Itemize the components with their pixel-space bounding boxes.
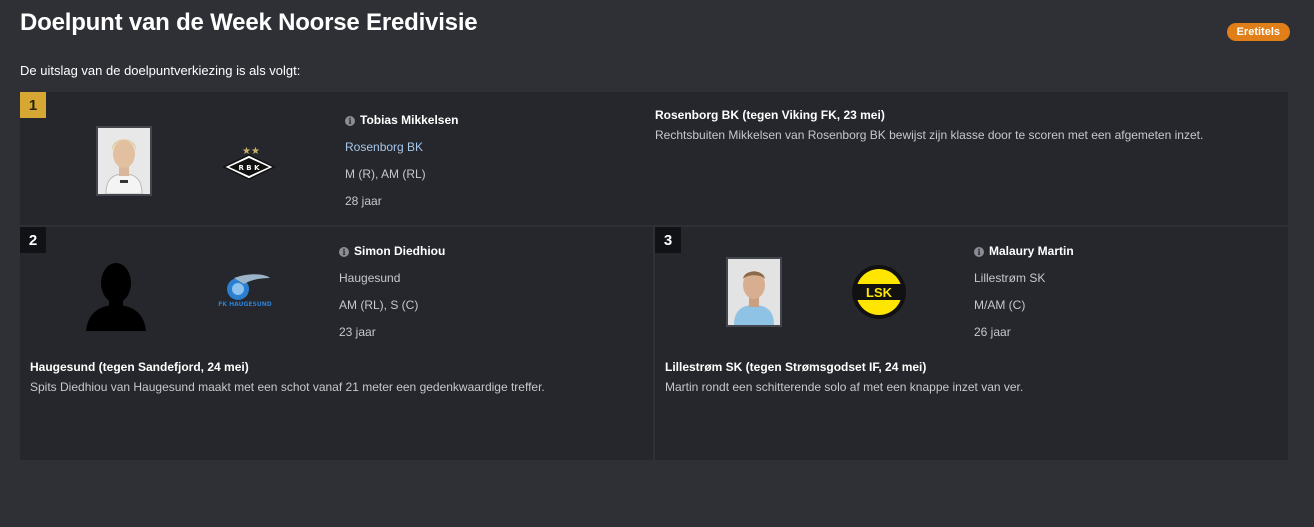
info-icon[interactable]: i: [974, 247, 984, 257]
player-position: M (R), AM (RL): [345, 167, 426, 181]
player-age: 23 jaar: [339, 325, 376, 339]
goal-match: Lillestrøm SK (tegen Strømsgodset IF, 24…: [665, 360, 927, 374]
player-silhouette[interactable]: [84, 257, 148, 336]
club-logo[interactable]: FK HAUGESUND: [216, 272, 274, 317]
info-icon[interactable]: i: [339, 247, 349, 257]
rank-badge: 3: [655, 227, 681, 253]
player-age: 28 jaar: [345, 194, 382, 208]
goal-match: Rosenborg BK (tegen Viking FK, 23 mei): [655, 108, 885, 122]
player-photo[interactable]: [96, 126, 152, 196]
vote-entry-1: 1 ★ ★ R B K i Tobias Mikkelsen Rosenborg …: [20, 92, 1288, 225]
rank-badge: 2: [20, 227, 46, 253]
player-photo[interactable]: [726, 257, 782, 327]
goal-match: Haugesund (tegen Sandefjord, 24 mei): [30, 360, 249, 374]
vote-entry-3: 3 LSK i Malaury Martin Lillestrøm SK M/AM…: [655, 227, 1288, 460]
vote-entry-2: 2 FK HAUGESUND i Simon Diedhiou Haugesund…: [20, 227, 653, 460]
page-title: Doelpunt van de Week Noorse Eredivisie: [20, 9, 478, 36]
club-logo[interactable]: LSK: [851, 264, 907, 325]
intro-text: De uitslag van de doelpuntverkiezing is …: [20, 63, 301, 78]
player-position: AM (RL), S (C): [339, 298, 419, 312]
club-logo-text: FK HAUGESUND: [218, 301, 271, 308]
club-logo[interactable]: ★ ★ R B K: [222, 145, 276, 188]
player-age: 26 jaar: [974, 325, 1011, 339]
player-name[interactable]: Simon Diedhiou: [354, 244, 445, 258]
club-logo-text: LSK: [866, 285, 893, 300]
player-info: i Tobias Mikkelsen Rosenborg BK M (R), AM…: [345, 113, 458, 221]
player-club[interactable]: Haugesund: [339, 271, 400, 285]
player-position: M/AM (C): [974, 298, 1026, 312]
goal-description: Martin rondt een schitterende solo af me…: [665, 380, 1024, 394]
player-name[interactable]: Tobias Mikkelsen: [360, 113, 458, 127]
goal-description: Spits Diedhiou van Haugesund maakt met e…: [30, 380, 545, 394]
club-logo-text: R B K: [238, 164, 260, 172]
player-info: i Simon Diedhiou Haugesund AM (RL), S (C)…: [339, 244, 445, 352]
rank-badge: 1: [20, 92, 46, 118]
player-club[interactable]: Lillestrøm SK: [974, 271, 1045, 285]
svg-text:★: ★: [251, 146, 260, 157]
player-info: i Malaury Martin Lillestrøm SK M/AM (C) 2…: [974, 244, 1074, 352]
info-icon[interactable]: i: [345, 116, 355, 126]
goal-description: Rechtsbuiten Mikkelsen van Rosenborg BK …: [655, 128, 1204, 142]
player-club-link[interactable]: Rosenborg BK: [345, 140, 423, 154]
player-name[interactable]: Malaury Martin: [989, 244, 1074, 258]
honours-button[interactable]: Eretitels: [1226, 23, 1290, 41]
